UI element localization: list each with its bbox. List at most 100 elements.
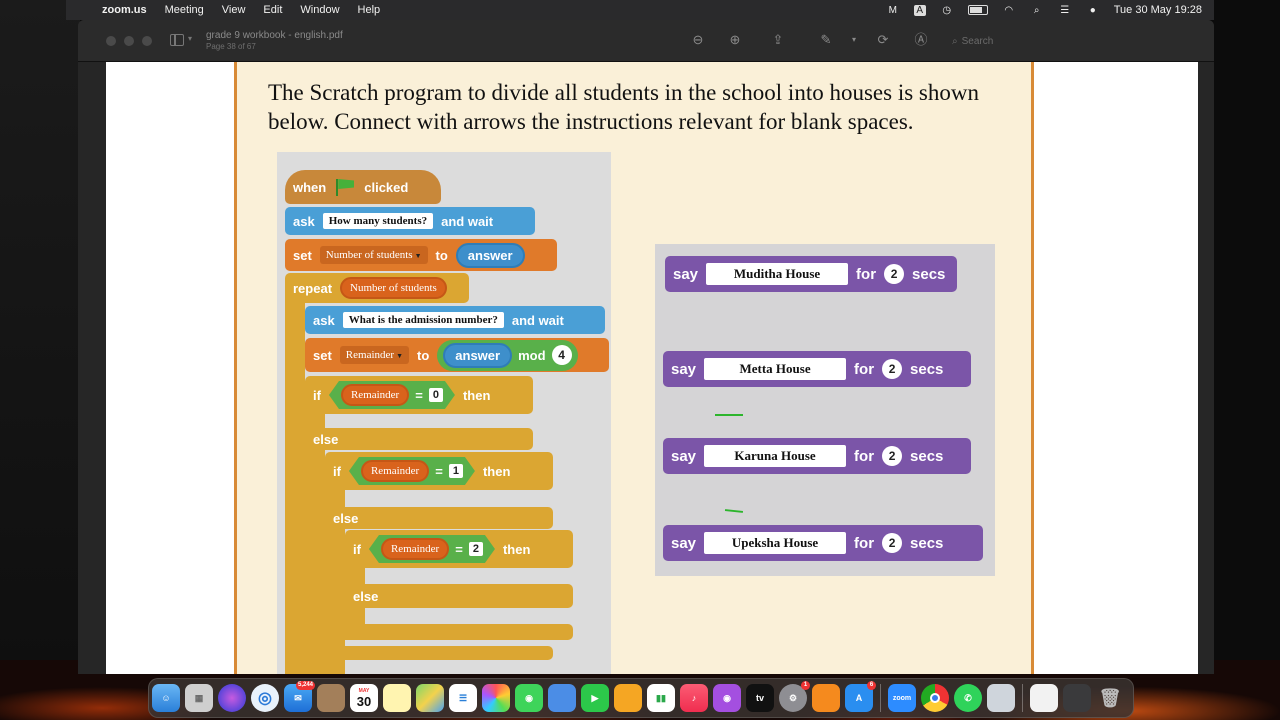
- clicked-label: clicked: [364, 179, 409, 195]
- answer-reporter: answer: [443, 342, 513, 368]
- else-label: else: [353, 588, 379, 604]
- app-store-badge: 6: [867, 681, 876, 690]
- dock: ☺ ▦ ◎ ✉ 5,244 MAY 30 ☰ ◉ ▶ ▮▮ ♪ ◉ tv ⚙ 1 A…: [148, 678, 1134, 718]
- preview-icon[interactable]: [987, 684, 1015, 712]
- say-text-input: Muditha House: [706, 263, 849, 285]
- equals-operator: Remainder = 2: [369, 535, 495, 563]
- annotate-icon[interactable]: Ⓐ: [913, 32, 929, 48]
- rotate-icon[interactable]: ⟳: [875, 32, 891, 48]
- variable-name: Remainder: [345, 349, 395, 361]
- markup-pen-icon[interactable]: ✎: [818, 32, 834, 48]
- battery-icon[interactable]: [967, 5, 988, 15]
- say-label: say: [671, 447, 697, 465]
- instruction-text: The Scratch program to divide all studen…: [268, 80, 979, 134]
- music-icon[interactable]: ♪: [680, 684, 708, 712]
- search-field[interactable]: ⌕ Search: [952, 32, 1052, 50]
- document-icon[interactable]: [1030, 684, 1058, 712]
- zoom-icon[interactable]: zoom: [888, 684, 916, 712]
- menu-meeting[interactable]: Meeting: [156, 4, 213, 16]
- secs-number: 2: [882, 533, 903, 553]
- else-block: else: [305, 428, 533, 450]
- else-block-arm: [305, 449, 325, 674]
- say-text-input: Upeksha House: [704, 532, 847, 554]
- remainder-reporter: Remainder: [381, 538, 449, 560]
- set-remainder-block: set Remainder ▼ to answer mod 4: [305, 338, 609, 372]
- say-block-karuna: say Karuna House for 2 secs: [663, 438, 971, 474]
- sidebar-toggle-icon[interactable]: [170, 34, 184, 46]
- messages-icon[interactable]: ◉: [515, 684, 543, 712]
- dock-separator: [880, 684, 881, 712]
- chevron-down-icon[interactable]: ▾: [188, 34, 192, 43]
- remainder-reporter: Remainder: [361, 460, 429, 482]
- menu-edit[interactable]: Edit: [254, 4, 291, 16]
- dock-separator: [1022, 684, 1023, 712]
- window-thumbnail-icon[interactable]: [1063, 684, 1091, 712]
- document-view[interactable]: The Scratch program to divide all studen…: [78, 62, 1214, 674]
- gmail-status-icon[interactable]: M: [886, 5, 900, 16]
- workbook-sheet: The Scratch program to divide all studen…: [234, 62, 1034, 674]
- if-block-arm: [325, 489, 345, 509]
- podcasts-icon[interactable]: ◉: [713, 684, 741, 712]
- numbers-icon[interactable]: ▮▮: [647, 684, 675, 712]
- safari-icon[interactable]: ◎: [251, 684, 279, 712]
- tv-label: tv: [755, 693, 764, 703]
- say-label: say: [671, 360, 697, 378]
- repeat-label: repeat: [293, 280, 333, 296]
- pages-icon[interactable]: [614, 684, 642, 712]
- if-block-arm: [345, 567, 365, 585]
- compare-number: 2: [469, 542, 483, 556]
- window-minimize-button[interactable]: [124, 36, 134, 46]
- system-settings-icon[interactable]: ⚙ 1: [779, 681, 810, 712]
- app-store-icon[interactable]: A6: [845, 681, 876, 712]
- control-center-icon[interactable]: ☰: [1058, 5, 1072, 16]
- menu-view[interactable]: View: [213, 4, 255, 16]
- markup-chevron-icon[interactable]: ▾: [846, 32, 862, 48]
- if-remainder-2-block: if Remainder = 2 then: [345, 530, 573, 568]
- siri-icon[interactable]: [218, 684, 246, 712]
- books-icon[interactable]: [812, 684, 840, 712]
- then-label: then: [482, 463, 511, 479]
- for-label: for: [854, 447, 875, 465]
- keynote-icon[interactable]: [548, 684, 576, 712]
- chrome-icon[interactable]: [921, 684, 949, 712]
- zoom-in-icon[interactable]: ⊕: [727, 32, 743, 48]
- launchpad-icon[interactable]: ▦: [185, 684, 213, 712]
- notes-icon[interactable]: [383, 684, 411, 712]
- photos-icon[interactable]: [482, 684, 510, 712]
- contacts-icon[interactable]: [317, 684, 345, 712]
- for-label: for: [854, 534, 875, 552]
- say-label: say: [673, 265, 699, 283]
- whatsapp-icon[interactable]: ✆: [954, 684, 982, 712]
- maps-icon[interactable]: [416, 684, 444, 712]
- calendar-day: 30: [356, 693, 372, 709]
- share-icon[interactable]: ⇪: [770, 32, 786, 48]
- variable-dropdown: Number of students ▼: [319, 246, 428, 264]
- menu-help[interactable]: Help: [349, 4, 390, 16]
- menu-app-name[interactable]: zoom.us: [94, 4, 156, 16]
- wifi-icon[interactable]: ◠: [1002, 5, 1016, 16]
- window-close-button[interactable]: [106, 36, 116, 46]
- spotlight-search-icon[interactable]: ⌕: [1030, 5, 1044, 16]
- finder-icon[interactable]: ☺: [152, 684, 180, 712]
- zoom-out-icon[interactable]: ⊖: [690, 32, 706, 48]
- calendar-icon[interactable]: MAY 30: [350, 684, 378, 712]
- then-label: then: [462, 387, 491, 403]
- reminders-icon[interactable]: ☰: [449, 684, 477, 712]
- facetime-icon[interactable]: ▶: [581, 684, 609, 712]
- time-machine-icon[interactable]: ◷: [940, 5, 954, 16]
- menubar-clock[interactable]: Tue 30 May 19:28: [1114, 4, 1202, 16]
- when-label: when: [293, 179, 327, 195]
- mail-icon[interactable]: ✉ 5,244: [284, 681, 315, 712]
- keyboard-input-icon[interactable]: A: [913, 4, 926, 16]
- repeat-block-arm: [285, 302, 305, 674]
- apple-tv-icon[interactable]: tv: [746, 684, 774, 712]
- window-zoom-button[interactable]: [142, 36, 152, 46]
- secs-number: 2: [882, 359, 903, 379]
- menu-window[interactable]: Window: [291, 4, 348, 16]
- siri-icon[interactable]: ●: [1086, 5, 1100, 16]
- compare-number: 0: [429, 388, 443, 402]
- trash-icon[interactable]: 🗑: [1096, 684, 1124, 712]
- set-number-of-students-block: set Number of students ▼ to answer: [285, 239, 557, 271]
- else-label: else: [333, 510, 359, 526]
- equals-label: =: [415, 387, 423, 403]
